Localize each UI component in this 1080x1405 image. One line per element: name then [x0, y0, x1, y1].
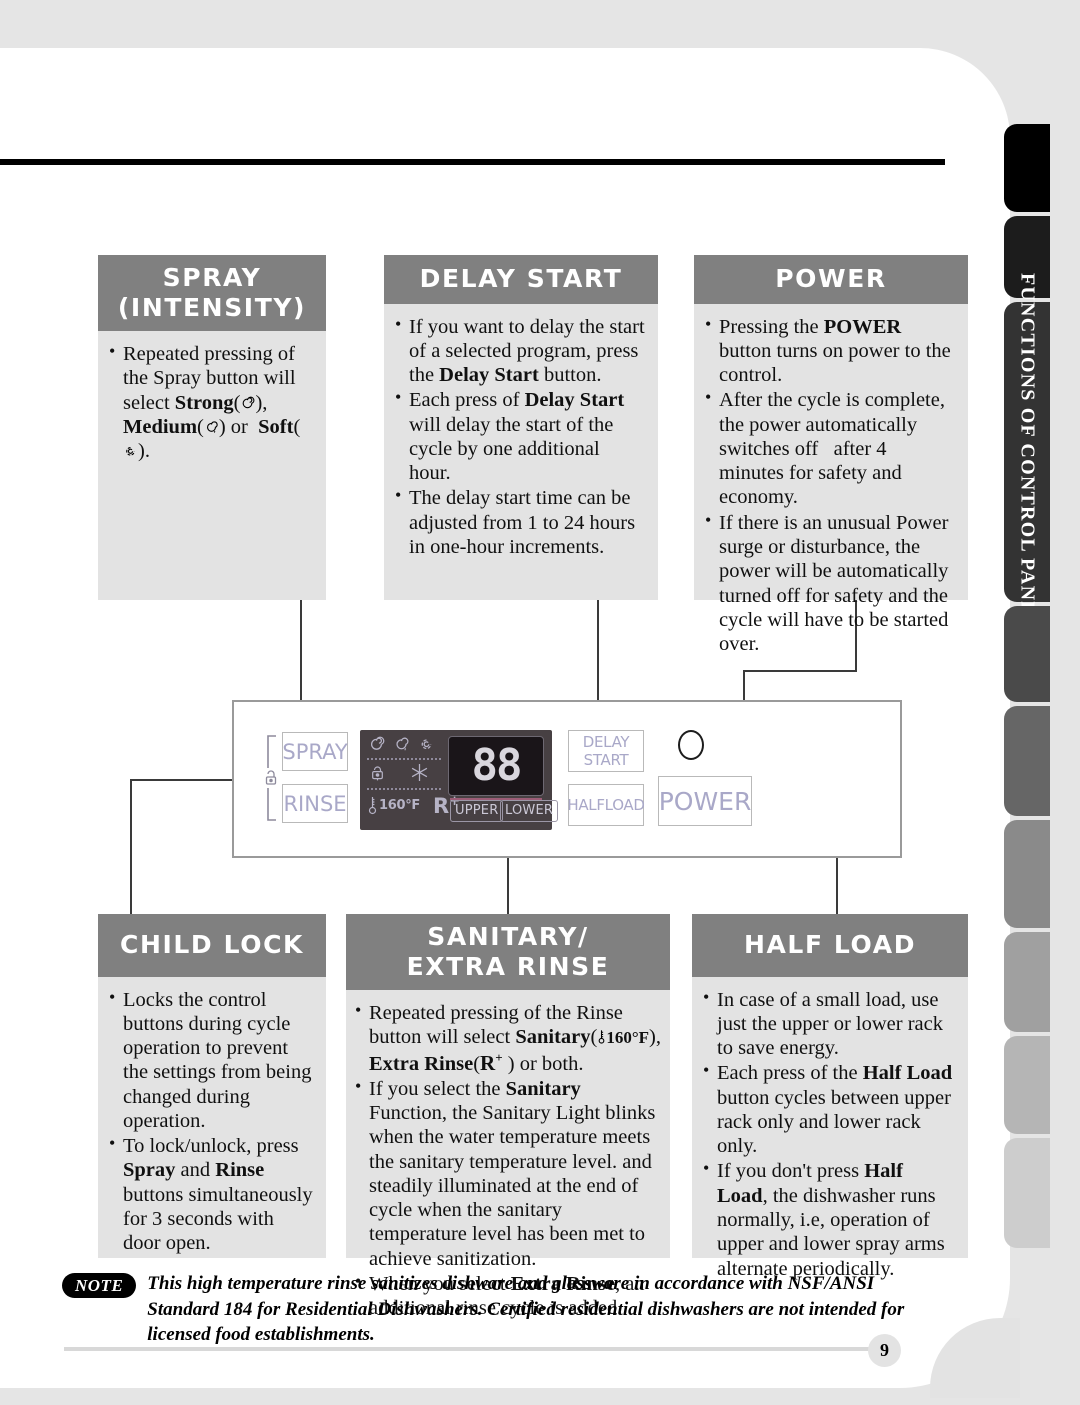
bullet-item: If you select the Sanitary Function, the… [354, 1076, 662, 1271]
info-box-half-load-heading: HALF LOAD [692, 914, 968, 977]
lcd-snowflake-icon [410, 763, 429, 786]
child-lock-bracket-icon [265, 735, 277, 821]
lcd-seven-segment-window: 88 [448, 736, 544, 796]
bullet-item: To lock/unlock, press Spray and Rinse bu… [108, 1133, 314, 1255]
info-box-power-body: Pressing the POWER button turns on power… [694, 304, 968, 668]
bullet-item: After the cycle is complete, the power a… [704, 387, 956, 509]
chapter-tab-9[interactable] [1004, 1138, 1050, 1248]
chapter-tab-5[interactable] [1004, 706, 1050, 816]
info-box-child-lock-heading: CHILD LOCK [98, 914, 326, 977]
chapter-tab-8[interactable] [1004, 1036, 1050, 1134]
bullet-item: Repeated pressing of the Rinse button wi… [354, 1000, 662, 1076]
spiral-strong-icon [240, 396, 255, 411]
chapter-tab-strip: FUNCTIONS OF CONTROL PANEL [1004, 124, 1052, 1279]
info-box-power: POWER Pressing the POWER button turns on… [694, 255, 968, 655]
bullet-item: Each press of Delay Start will delay the… [394, 387, 646, 485]
info-box-sanitary-heading: SANITARY/ EXTRA RINSE [346, 914, 670, 990]
panel-power-indicator-led [678, 730, 704, 760]
spiral-medium-icon [204, 420, 219, 435]
lcd-thermometer-icon: 160°F [367, 794, 420, 816]
page-number: 9 [868, 1334, 901, 1367]
info-box-delay-start: DELAY START If you want to delay the sta… [384, 255, 658, 600]
control-panel-diagram: SPRAY RINSE 160°F R+ 88 UPPER LOWER DELA… [232, 700, 902, 858]
chapter-tab-7[interactable] [1004, 932, 1050, 1032]
chapter-tab-6[interactable] [1004, 820, 1050, 928]
chapter-tab-active-label: FUNCTIONS OF CONTROL PANEL [1004, 273, 1050, 630]
info-box-delay-heading: DELAY START [384, 255, 658, 304]
panel-button-half-load[interactable]: HALFLOAD [567, 784, 645, 826]
header-rule [0, 159, 945, 165]
spiral-soft-icon [123, 444, 138, 459]
info-box-child-lock-body: Locks the control buttons during cycle o… [98, 977, 326, 1267]
connector-child-lock-seg2 [130, 779, 132, 916]
chapter-tab-active-label-text: FUNCTIONS OF CONTROL PANEL [1016, 273, 1039, 631]
bullet-item: Pressing the POWER button turns on power… [704, 314, 956, 388]
info-box-delay-body: If you want to delay the start of a sele… [384, 304, 658, 571]
lcd-digits: 88 [471, 740, 523, 791]
info-box-sanitary-extra-rinse: SANITARY/ EXTRA RINSE Repeated pressing … [346, 914, 670, 1319]
bullet-item: If there is an unusual Power surge or di… [704, 510, 956, 657]
note-row: NOTE This high temperature rinse sanitiz… [62, 1271, 942, 1348]
chapter-tab-1[interactable] [1004, 124, 1050, 212]
lcd-divider-1 [367, 758, 441, 760]
lcd-divider-2 [367, 788, 441, 790]
note-badge: NOTE [62, 1273, 137, 1298]
panel-lcd-display: 160°F R+ 88 UPPER LOWER [360, 730, 559, 830]
chapter-tab-4[interactable] [1004, 606, 1050, 702]
panel-button-power[interactable]: POWER [658, 776, 752, 826]
bullet-item: Locks the control buttons during cycle o… [108, 987, 314, 1134]
info-box-spray-body: Repeated pressing of the Spray button wi… [98, 331, 326, 474]
info-box-child-lock: CHILD LOCK Locks the control buttons dur… [98, 914, 326, 1258]
panel-button-spray[interactable]: SPRAY [282, 732, 348, 771]
bullet-item: Each press of the Half Load button cycle… [702, 1060, 956, 1158]
bullet-item: Repeated pressing of the Spray button wi… [108, 341, 314, 463]
info-box-half-load-body: In case of a small load, use just the up… [692, 977, 968, 1292]
panel-button-rinse[interactable]: RINSE [282, 784, 348, 823]
bullet-item: In case of a small load, use just the up… [702, 987, 956, 1061]
note-text: This high temperature rinse sanitizes di… [147, 1273, 905, 1346]
info-box-power-heading: POWER [694, 255, 968, 304]
bullet-item: If you don't press Half Load, the dishwa… [702, 1158, 956, 1280]
control-panel-inner: SPRAY RINSE 160°F R+ 88 UPPER LOWER DELA… [234, 702, 900, 856]
lcd-spiral-strong-icon [368, 736, 385, 757]
panel-button-delay-start[interactable]: DELAY START [568, 730, 644, 772]
chapter-tab-3[interactable]: FUNCTIONS OF CONTROL PANEL [1004, 273, 1050, 631]
lcd-temperature-label: 160°F [379, 797, 421, 813]
bullet-item: The delay start time can be adjusted fro… [394, 485, 646, 559]
lcd-tag-upper: UPPER [450, 800, 504, 822]
lcd-spiral-soft-icon [418, 736, 435, 757]
lcd-child-lock-icon [369, 763, 386, 785]
lcd-spiral-medium-icon [393, 736, 410, 757]
info-box-half-load: HALF LOAD In case of a small load, use j… [692, 914, 968, 1280]
thermometer-160f-icon [597, 1028, 606, 1045]
info-box-spray-intensity: SPRAY (INTENSITY) Repeated pressing of t… [98, 255, 326, 600]
footer-rule [64, 1347, 874, 1351]
bullet-item: If you want to delay the start of a sele… [394, 314, 646, 388]
info-box-spray-heading: SPRAY (INTENSITY) [98, 255, 326, 331]
lcd-tag-lower: LOWER [500, 800, 559, 822]
connector-power-seg2 [743, 670, 857, 672]
